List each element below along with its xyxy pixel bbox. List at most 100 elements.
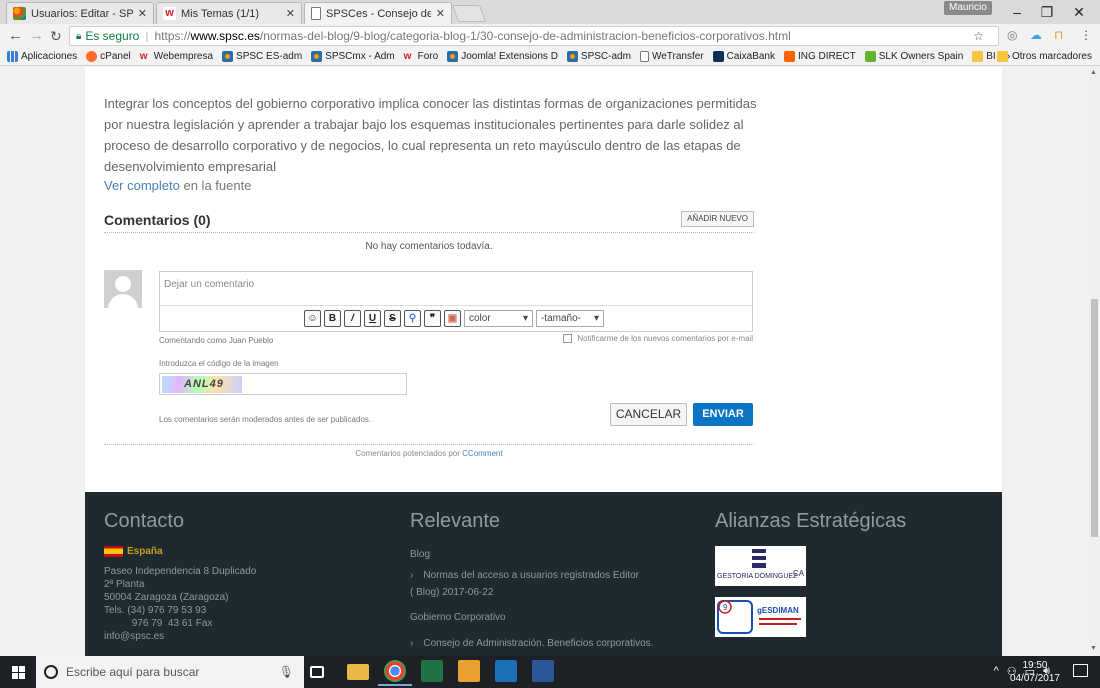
slk-icon	[864, 51, 876, 62]
gesdiman-logo[interactable]: 9 gESDIMAN	[715, 597, 806, 637]
underline-icon[interactable]: U	[364, 310, 381, 327]
link-icon[interactable]: ⚲	[404, 310, 421, 327]
strikethrough-icon[interactable]: S	[384, 310, 401, 327]
quote-icon[interactable]: ❞	[424, 310, 441, 327]
emoticon-icon[interactable]: ☺	[304, 310, 321, 327]
bookmark-item[interactable]: SPSC ES-adm	[222, 51, 302, 62]
start-button[interactable]	[0, 656, 36, 688]
notifications-icon[interactable]	[1073, 664, 1088, 677]
page-viewport: Integrar los conceptos del gobierno corp…	[0, 67, 1089, 656]
excel-icon[interactable]	[421, 660, 443, 682]
comment-textarea[interactable]: Dejar un comentario	[159, 271, 753, 306]
bold-icon[interactable]: B	[324, 310, 341, 327]
forward-icon[interactable]: →	[29, 28, 44, 44]
folder-icon	[972, 51, 984, 62]
extension-icon[interactable]: ◎	[1007, 28, 1017, 42]
blog-date: ( Blog) 2017-06-22	[410, 587, 494, 598]
gobierno-link[interactable]: › Consejo de Administración. Beneficios c…	[410, 638, 653, 649]
bookmark-item[interactable]: cPanel	[86, 51, 131, 62]
windows-taskbar: Escribe aquí para buscar 🎙︎ ^ ⚇ ▭ 🔊︎ 19:…	[0, 656, 1100, 688]
bookmark-item[interactable]: CaixaBank	[712, 51, 775, 62]
bookmark-item[interactable]: Joomla! Extensions D	[447, 51, 558, 62]
bookmark-item[interactable]: WeTransfer	[639, 51, 704, 62]
bookmark-item[interactable]: w Webempresa	[140, 51, 213, 62]
maximize-button[interactable]: ❐	[1032, 2, 1062, 22]
ccomment-link[interactable]: CComment	[462, 449, 502, 458]
close-window-button[interactable]: ✕	[1064, 2, 1094, 22]
clock[interactable]: 19:50 04/07/2017	[1010, 659, 1060, 685]
close-icon[interactable]: ✕	[436, 7, 445, 20]
contact-address: Paseo Independencia 8 Duplicado 2ª Plant…	[104, 566, 257, 642]
chevron-up-icon[interactable]: ^	[994, 665, 999, 678]
captcha-image: ANL49	[162, 376, 242, 393]
captcha-field[interactable]: ANL49	[159, 373, 407, 395]
bookmark-item[interactable]: SPSCmx - Adm	[311, 51, 395, 62]
source-link[interactable]: Ver completo	[104, 178, 180, 193]
bookmark-star-icon[interactable]: ☆	[973, 29, 992, 43]
microphone-icon[interactable]: 🎙︎	[279, 665, 294, 679]
address-bar: ← → ↻ 🔒︎ Es seguro | https://www.spsc.es…	[0, 24, 1100, 48]
cloud-icon[interactable]: ☁	[1030, 28, 1042, 42]
moderation-note: Los comentarios serán moderados antes de…	[159, 415, 372, 424]
file-explorer-icon[interactable]	[347, 664, 369, 680]
new-tab-button[interactable]	[451, 5, 487, 22]
article-content: Integrar los conceptos del gobierno corp…	[85, 67, 1002, 492]
bookmark-item[interactable]: BI	[972, 51, 996, 62]
captcha-label: Introduzca el código de la imagen	[159, 359, 279, 368]
close-icon[interactable]: ✕	[138, 7, 147, 20]
chrome-icon[interactable]	[378, 660, 412, 686]
italic-icon[interactable]: /	[344, 310, 361, 327]
menu-icon[interactable]: ⋮	[1080, 28, 1092, 42]
extension-icon-2[interactable]: ⊓	[1054, 28, 1063, 42]
scroll-down-icon[interactable]: ▼	[1090, 645, 1097, 652]
blog-heading: Blog	[410, 549, 431, 560]
taskbar-search[interactable]: Escribe aquí para buscar 🎙︎	[36, 656, 304, 688]
notify-checkbox[interactable]	[563, 334, 573, 343]
send-button[interactable]: ENVIAR	[693, 403, 753, 426]
country: España	[104, 546, 163, 557]
powered-by: Comentarios potenciados por CComment	[104, 444, 754, 458]
color-select[interactable]: color ▾	[464, 310, 533, 327]
task-view-icon[interactable]	[310, 666, 324, 678]
folder-icon	[996, 51, 1008, 62]
blog-link[interactable]: › Normas del acceso a usuarios registrado…	[410, 570, 639, 581]
tab-mis-temas[interactable]: w Mis Temas (1/1) ✕	[156, 2, 302, 24]
svg-text:GESTORIA DOMINGUEZ: GESTORIA DOMINGUEZ	[717, 573, 798, 580]
back-icon[interactable]: ←	[8, 28, 23, 44]
scroll-up-icon[interactable]: ▲	[1090, 69, 1097, 76]
alliances-title: Alianzas Estratégicas	[715, 510, 907, 532]
page-scrollbar[interactable]: ▲ ▼	[1089, 67, 1100, 656]
reload-icon[interactable]: ↻	[50, 28, 62, 44]
size-select[interactable]: -tamaño- ▾	[536, 310, 604, 327]
comments-header: Comentarios (0) AÑADIR NUEVO	[104, 211, 754, 233]
user-badge[interactable]: Mauricio	[944, 1, 992, 15]
tab-consejo[interactable]: SPSCes - Consejo de Adm ✕	[304, 2, 452, 24]
bookmark-item[interactable]: Aplicaciones	[7, 51, 77, 62]
url-input[interactable]: 🔒︎ Es seguro | https://www.spsc.es/norma…	[69, 26, 999, 46]
word-icon[interactable]	[532, 660, 554, 682]
close-icon[interactable]: ✕	[286, 7, 295, 20]
bookmark-item[interactable]: SLK Owners Spain	[864, 51, 963, 62]
commenting-as: Comentando como Juan Pueblo	[159, 336, 274, 345]
doc-icon	[639, 51, 649, 62]
cancel-button[interactable]: CANCELAR	[610, 403, 687, 426]
relevant-title: Relevante	[410, 510, 501, 532]
other-bookmarks[interactable]: Otros marcadores	[996, 51, 1092, 62]
app-icon[interactable]	[495, 660, 517, 682]
ing-icon	[783, 51, 795, 62]
notify-option[interactable]: Notificarme de los nuevos comentarios po…	[563, 334, 753, 343]
cpanel-icon	[86, 51, 98, 62]
w-icon: w	[139, 51, 148, 62]
bookmark-item[interactable]: w Foro	[404, 51, 439, 62]
tab-usuarios[interactable]: Usuarios: Editar - SPSCes ✕	[6, 2, 154, 24]
scroll-thumb[interactable]	[1091, 299, 1098, 537]
add-new-comment-button[interactable]: AÑADIR NUEVO	[681, 211, 754, 227]
gestoria-logo[interactable]: GESTORIA DOMINGUEZ CA	[715, 546, 806, 586]
image-icon[interactable]: ▣	[444, 310, 461, 327]
bookmark-item[interactable]: ING DIRECT	[783, 51, 856, 62]
outlook-icon[interactable]	[458, 660, 480, 682]
minimize-button[interactable]: –	[1002, 2, 1032, 22]
bookmark-item[interactable]: SPSC-adm	[566, 51, 631, 62]
joomla-icon	[222, 51, 234, 62]
joomla-icon	[566, 51, 578, 62]
